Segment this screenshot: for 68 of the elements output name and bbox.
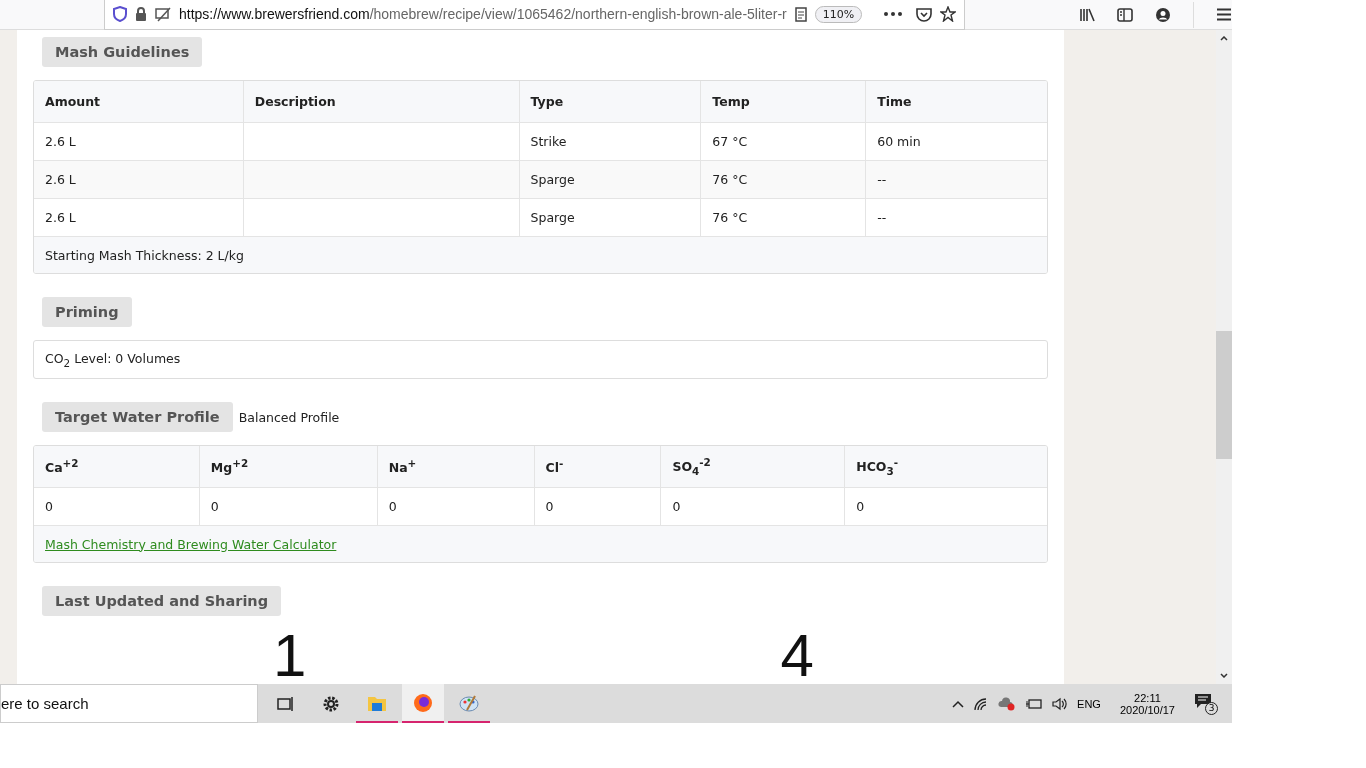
column-header: Mg$^{+2}$ <box>210 457 249 476</box>
calculator-link[interactable]: Mash Chemistry and Brewing Water Calculator <box>45 536 337 552</box>
scroll-up-icon[interactable] <box>1220 36 1228 41</box>
table-cell: Sparge <box>530 210 575 225</box>
notification-button[interactable]: 3 <box>1194 692 1218 715</box>
gear-icon <box>322 694 340 713</box>
table-footer: Starting Mash Thickness: 2 L/kg <box>34 237 1047 273</box>
section-heading: Priming <box>42 297 132 327</box>
shield-icon[interactable] <box>113 6 127 22</box>
pocket-icon[interactable] <box>916 6 933 22</box>
table-cell: 0 <box>210 499 219 514</box>
scrollbar-thumb[interactable] <box>1216 331 1232 459</box>
clock[interactable]: 22:11 2020/10/17 <box>1119 691 1175 716</box>
table-cell: 2.6 L <box>45 210 76 225</box>
chevron-up-icon[interactable] <box>952 699 965 708</box>
table-cell: 60 min <box>877 134 921 149</box>
table-cell: Strike <box>530 134 567 149</box>
table-cell: 0 <box>545 499 554 514</box>
language-indicator[interactable]: ENG <box>1077 697 1101 710</box>
speaker-icon[interactable] <box>1052 696 1069 711</box>
account-icon[interactable] <box>1155 6 1172 23</box>
address-bar[interactable]: https://www.brewersfriend.com/homebrew/recipe/view/1065462/northern-english-brown-ale-5liter-r 110% <box>104 0 966 30</box>
library-icon[interactable] <box>1079 7 1096 22</box>
battery-icon[interactable] <box>1025 697 1044 710</box>
more-icon[interactable] <box>884 12 903 16</box>
table-cell: 0 <box>45 499 53 514</box>
section-heading: Target Water Profile <box>42 402 233 432</box>
section-heading: Mash Guidelines <box>42 37 203 67</box>
table-cell: 67 °C <box>712 134 748 149</box>
sidebar-icon[interactable] <box>1117 7 1134 22</box>
task-view-icon <box>276 695 294 712</box>
table-cell: 0 <box>856 499 865 514</box>
browser-globe-icon <box>413 692 433 713</box>
column-header: Na$^{+}$ <box>388 457 417 476</box>
profile-name: Balanced Profile <box>238 409 340 425</box>
table-cell: -- <box>877 172 887 187</box>
column-header: Time <box>876 93 913 111</box>
search-field[interactable]: ere to search <box>0 684 258 723</box>
scrollbar[interactable] <box>1216 30 1232 684</box>
column-header: Temp <box>701 81 867 122</box>
column-header: Amount <box>34 81 244 122</box>
lock-icon <box>135 7 147 21</box>
co2-level-text: CO$_{2}$ Level: 0 Volumes <box>45 350 181 369</box>
column-header: Ca$^{+2}$ <box>45 457 79 476</box>
table-cell: 0 <box>388 499 397 514</box>
table-cell: 0 <box>672 499 681 514</box>
zoom-level-button[interactable]: 110% <box>814 5 863 23</box>
cloud-error-icon[interactable] <box>998 696 1017 711</box>
stat-number: 4 <box>780 626 814 684</box>
column-header: Cl$^{-}$ <box>545 457 564 476</box>
reader-view-icon[interactable] <box>794 6 807 22</box>
camera-blocked-icon[interactable] <box>155 6 171 22</box>
menu-icon[interactable] <box>1216 8 1233 21</box>
message-icon <box>1194 692 1212 709</box>
url-text[interactable]: https://www.brewersfriend.com/homebrew/recipe/view/1065462/northern-english-brown-ale-5liter-r <box>179 6 787 22</box>
table-cell: Sparge <box>530 172 575 187</box>
table-cell: 76 °C <box>712 172 748 187</box>
scroll-down-icon[interactable] <box>1220 673 1228 678</box>
stat-number: 1 <box>273 626 307 684</box>
table-cell: 2.6 L <box>45 134 76 149</box>
table-cell: 76 °C <box>712 210 748 225</box>
star-icon[interactable] <box>940 6 957 22</box>
section-heading: Last Updated and Sharing <box>42 586 282 616</box>
firefox-taskbar-button[interactable] <box>402 684 444 723</box>
table-cell: -- <box>877 210 887 225</box>
table-cell: 2.6 L <box>45 172 76 187</box>
column-header: Type <box>519 81 702 122</box>
column-header: Description <box>243 81 520 122</box>
